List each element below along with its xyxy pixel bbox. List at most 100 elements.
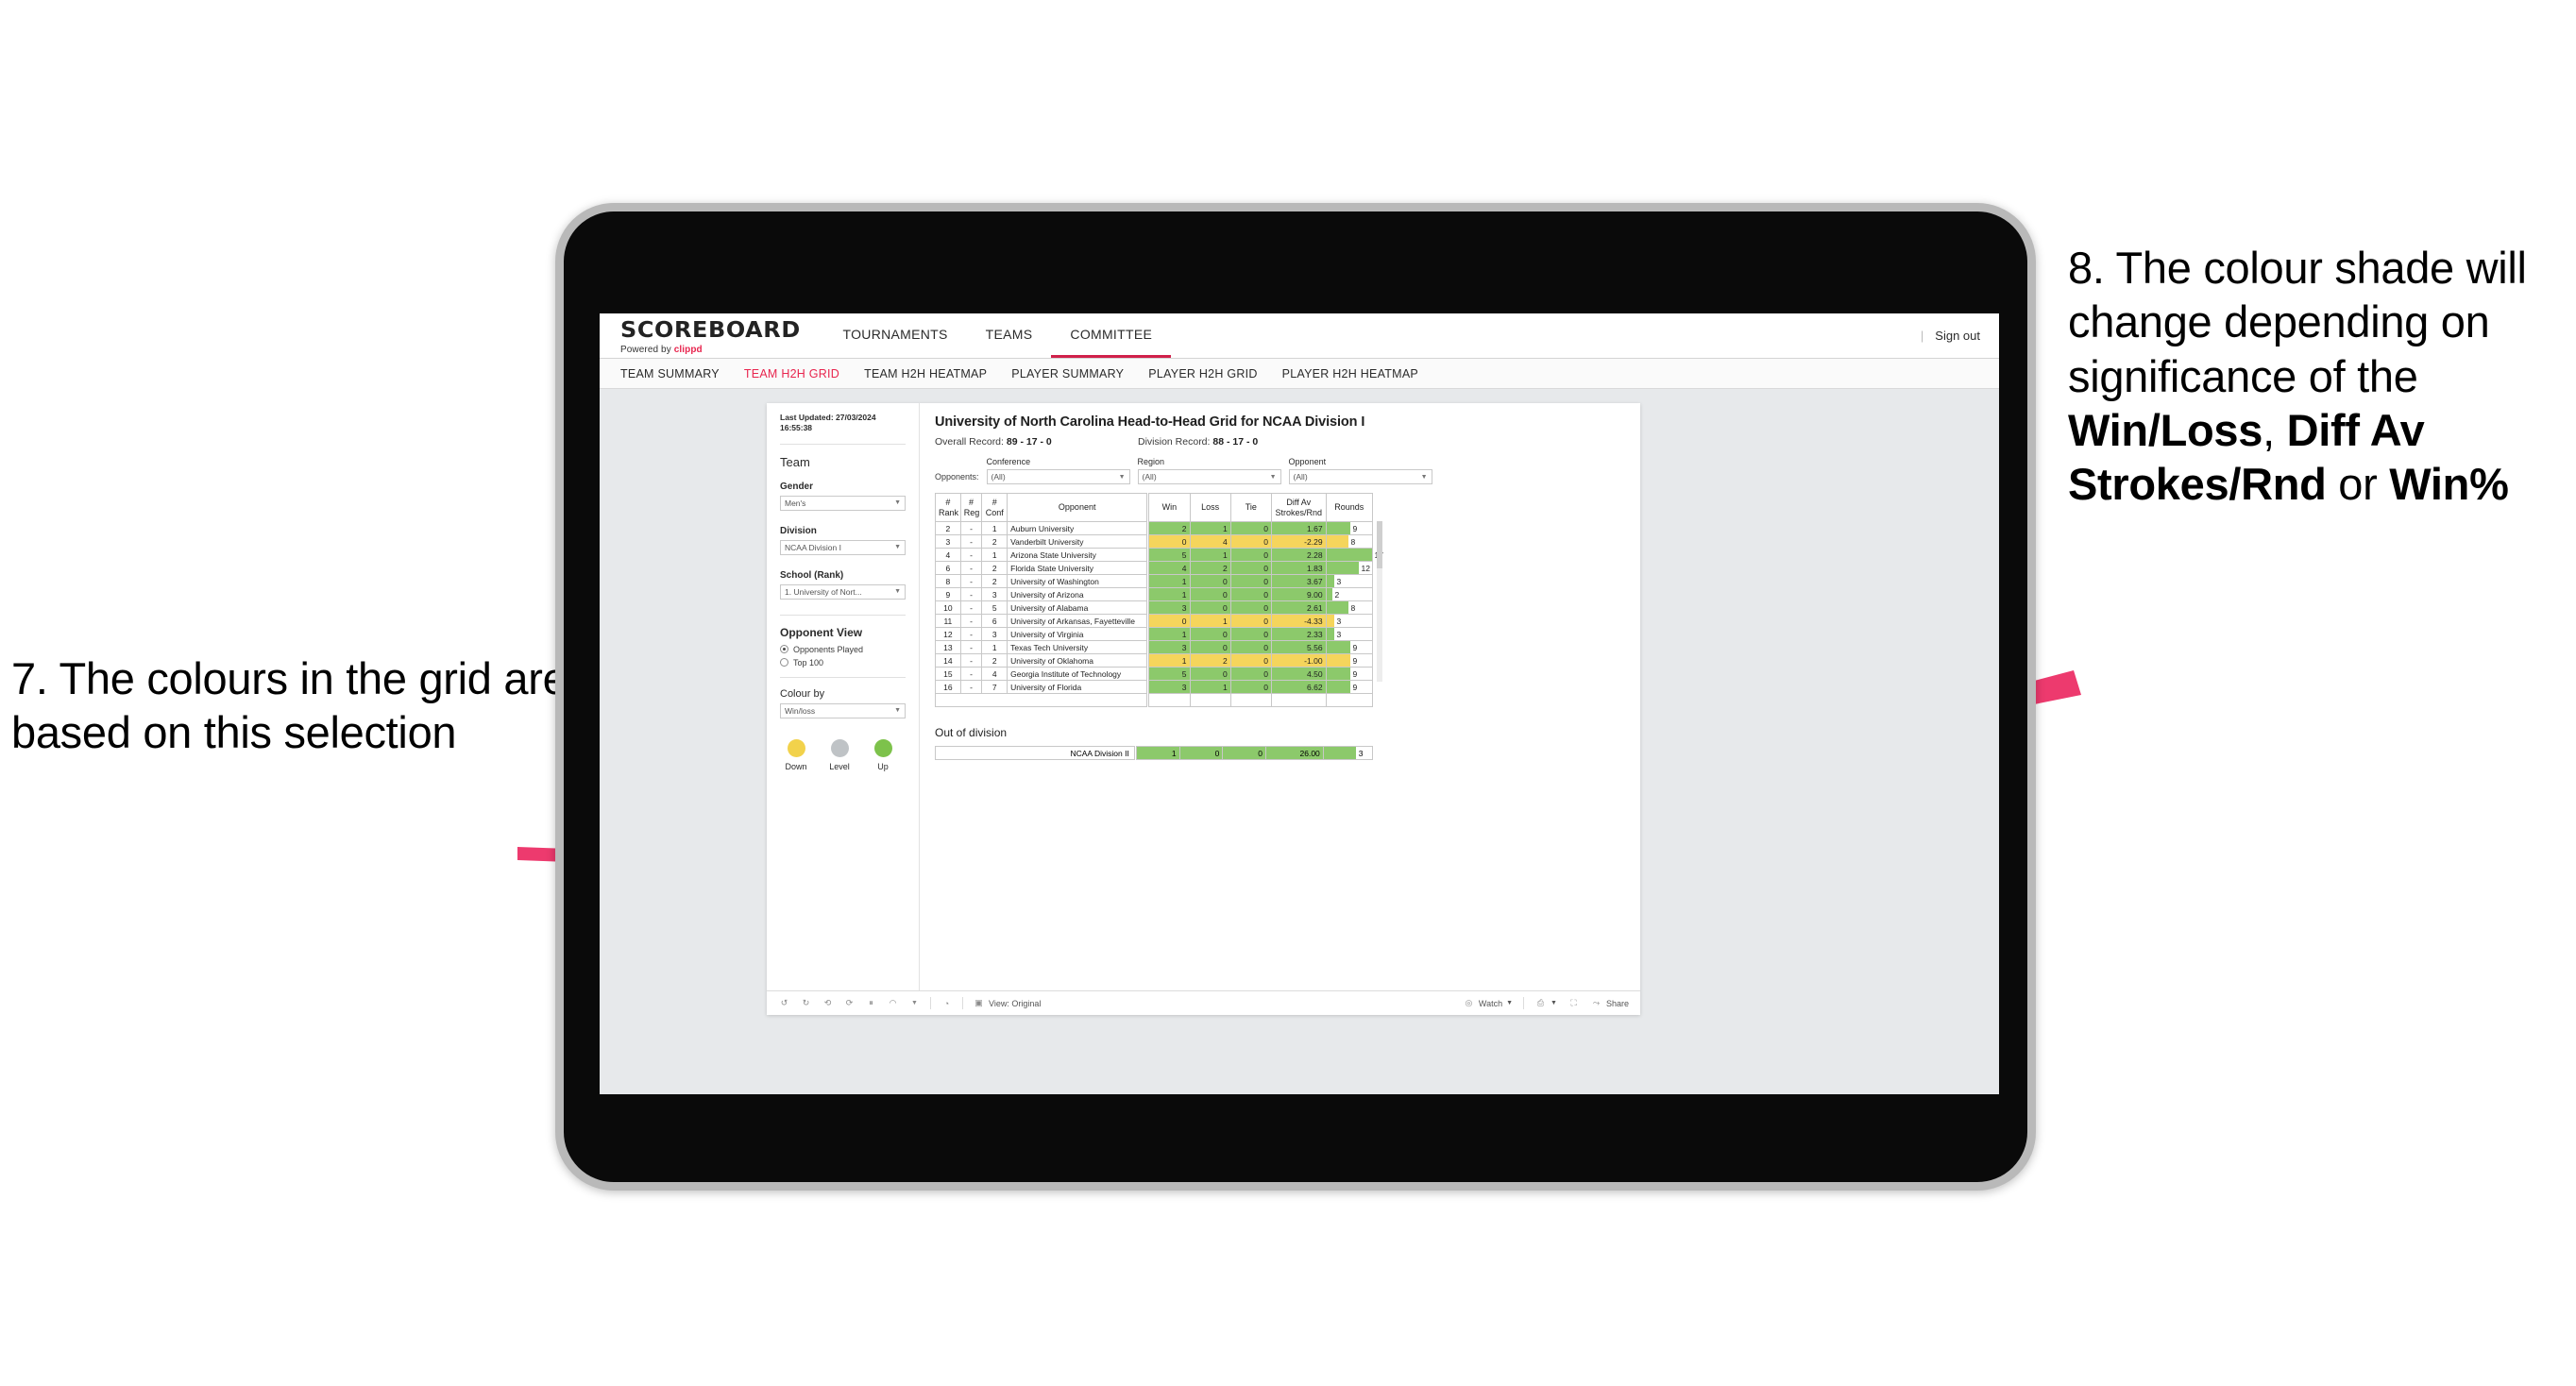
- cell-rank: 8: [935, 574, 961, 588]
- subnav-player-h2h-heatmap[interactable]: PLAYER H2H HEATMAP: [1282, 367, 1418, 380]
- chevron-down-icon: ▼: [1506, 1000, 1514, 1006]
- colour-by-select[interactable]: Win/loss ▼: [780, 702, 906, 718]
- cell-tie: 0: [1229, 640, 1272, 654]
- col-rounds[interactable]: Rounds: [1325, 493, 1374, 522]
- overall-record: Overall Record: 89 - 17 - 0: [935, 436, 1138, 448]
- col-loss[interactable]: Loss: [1189, 493, 1231, 522]
- table-row[interactable]: 8-2 University of Washington 1 0 0 3.67 3: [935, 574, 1374, 588]
- school-select[interactable]: 1. University of Nort... ▼: [780, 583, 906, 600]
- legend-caption-level: Level: [829, 761, 850, 771]
- download-button[interactable]: ⎙ ▼: [1534, 997, 1557, 1009]
- cell-win: 1: [1148, 653, 1191, 668]
- view-icon: ▣: [974, 998, 983, 1007]
- brand-tagline: Powered by clippd: [620, 345, 794, 355]
- table-row[interactable]: 14-2 University of Oklahoma 1 2 0 -1.00 9: [935, 653, 1374, 668]
- share-button[interactable]: ⤳ Share: [1590, 997, 1629, 1009]
- cell-diff: -1.00: [1270, 653, 1327, 668]
- table-row[interactable]: 2-1 Auburn University 2 1 0 1.67 9: [935, 521, 1374, 535]
- table-row[interactable]: 6-2 Florida State University 4 2 0 1.83 12: [935, 561, 1374, 575]
- subnav-player-h2h-grid[interactable]: PLAYER H2H GRID: [1148, 367, 1257, 380]
- subnav-team-h2h-heatmap[interactable]: TEAM H2H HEATMAP: [864, 367, 987, 380]
- fullscreen-icon[interactable]: ⛶: [1568, 997, 1580, 1009]
- history-icon[interactable]: ◔: [941, 997, 953, 1009]
- col-opponent[interactable]: Opponent: [1007, 493, 1148, 522]
- nav-tab-tournaments[interactable]: TOURNAMENTS: [824, 313, 967, 358]
- cell-rounds: 3: [1325, 574, 1374, 588]
- col-reg[interactable]: # Reg: [959, 493, 983, 522]
- school-filter-label: School (Rank): [780, 569, 844, 581]
- cell-rank: 3: [935, 534, 961, 549]
- subnav-team-summary[interactable]: TEAM SUMMARY: [620, 367, 720, 380]
- gender-select[interactable]: Men's ▼: [780, 495, 906, 511]
- cell-rank: 6: [935, 561, 961, 575]
- toolbar-divider-3: [1523, 997, 1525, 1009]
- cell-reg: -: [959, 534, 983, 549]
- cell-diff: 5.56: [1270, 640, 1327, 654]
- signout-link[interactable]: Sign out: [1935, 329, 1980, 343]
- subnav-player-summary[interactable]: PLAYER SUMMARY: [1011, 367, 1124, 380]
- watch-icon: ◎: [1465, 998, 1473, 1007]
- undo-icon[interactable]: ↺: [778, 997, 790, 1009]
- chevron-down-icon[interactable]: ▼: [908, 997, 921, 1009]
- refresh-icon[interactable]: ⟳: [843, 997, 856, 1009]
- table-row[interactable]: 4-1Arizona State University5102.2817: [935, 548, 1383, 562]
- view-original-button[interactable]: ▣ View: Original: [973, 997, 1041, 1009]
- cell-opponent: University of Washington: [1007, 574, 1148, 588]
- cell-win: 3: [1148, 600, 1191, 615]
- cell-win: 5: [1148, 548, 1191, 562]
- col-conf-line1: #: [991, 498, 997, 508]
- region-select[interactable]: (All) ▼: [1137, 469, 1281, 484]
- scrollbar-thumb[interactable]: [1377, 521, 1382, 568]
- table-row[interactable]: 11-6 University of Arkansas, Fayetteville…: [935, 614, 1374, 628]
- page-title: University of North Carolina Head-to-Hea…: [935, 414, 1365, 430]
- out-division-tie: 0: [1222, 746, 1266, 760]
- redo-icon[interactable]: ↻: [800, 997, 812, 1009]
- shape-icon[interactable]: ◠: [887, 997, 899, 1009]
- pause-icon[interactable]: ⏸: [865, 997, 877, 1009]
- cell-tie: 0: [1229, 667, 1272, 681]
- table-scrollbar[interactable]: [1377, 521, 1382, 682]
- col-diff[interactable]: Diff Av Strokes/Rnd: [1270, 493, 1327, 522]
- table-row[interactable]: 10-5 University of Alabama 3 0 0 2.61 8: [935, 600, 1374, 615]
- conference-select[interactable]: (All) ▼: [986, 469, 1130, 484]
- annotation-right-bold-winpct: Win%: [2389, 459, 2509, 510]
- radio-opponents-played[interactable]: Opponents Played: [780, 645, 906, 654]
- cell-loss: 2: [1189, 561, 1231, 575]
- watch-button[interactable]: ◎ Watch ▼: [1463, 997, 1513, 1009]
- subnav-team-h2h-grid[interactable]: TEAM H2H GRID: [744, 367, 839, 380]
- cell-reg: -: [959, 627, 983, 641]
- table-row[interactable]: 13-1 Texas Tech University 3 0 0 5.56 9: [935, 640, 1374, 654]
- opponent-select[interactable]: (All) ▼: [1288, 469, 1432, 484]
- table-row[interactable]: 3-2 Vanderbilt University 0 4 0 -2.29 8: [935, 534, 1374, 549]
- radio-unselected-icon: [780, 658, 788, 668]
- table-row[interactable]: 9-3 University of Arizona 1 0 0 9.00 2: [935, 587, 1374, 601]
- nav-tab-teams[interactable]: TEAMS: [967, 313, 1052, 358]
- share-icon: ⤳: [1592, 998, 1601, 1007]
- division-select-value: NCAA Division I: [785, 542, 841, 552]
- tablet-device-frame: SCOREBOARD Powered by clippd TOURNAMENTS…: [555, 203, 2036, 1191]
- col-rank[interactable]: # Rank: [935, 493, 961, 522]
- nav-tab-committee[interactable]: COMMITTEE: [1051, 313, 1172, 358]
- gender-select-value: Men's: [785, 498, 806, 508]
- team-section-heading: Team: [780, 454, 810, 469]
- col-win[interactable]: Win: [1148, 493, 1191, 522]
- col-tie[interactable]: Tie: [1229, 493, 1272, 522]
- table-row[interactable]: 16-7 University of Florida 3 1 0 6.62 9: [935, 680, 1374, 694]
- col-conf[interactable]: # Conf: [981, 493, 1008, 522]
- opponent-filter: Opponent (All) ▼: [1288, 457, 1432, 484]
- revert-icon[interactable]: ⟲: [822, 997, 834, 1009]
- radio-top-100[interactable]: Top 100: [780, 658, 906, 668]
- out-of-division-row[interactable]: NCAA Division II 1 0 0 26.00 3: [935, 746, 1374, 760]
- cell-rounds: 9: [1325, 680, 1374, 694]
- download-icon: ⎙: [1536, 998, 1545, 1007]
- opponent-filters: Opponents: Conference (All) ▼ Region (Al…: [935, 457, 1627, 484]
- cell-conf: 1: [981, 521, 1008, 535]
- gender-filter-label: Gender: [780, 481, 814, 492]
- division-select[interactable]: NCAA Division I ▼: [780, 539, 906, 555]
- cell-reg: -: [959, 600, 983, 615]
- brand-logo[interactable]: SCOREBOARD Powered by clippd: [600, 313, 809, 358]
- cell-opponent: Georgia Institute of Technology: [1007, 667, 1148, 681]
- table-row[interactable]: 12-3 University of Virginia 1 0 0 2.33 3: [935, 627, 1374, 641]
- table-row[interactable]: 15-4 Georgia Institute of Technology 5 0 0 4.…: [935, 667, 1374, 681]
- cell-rounds: 9: [1325, 521, 1374, 535]
